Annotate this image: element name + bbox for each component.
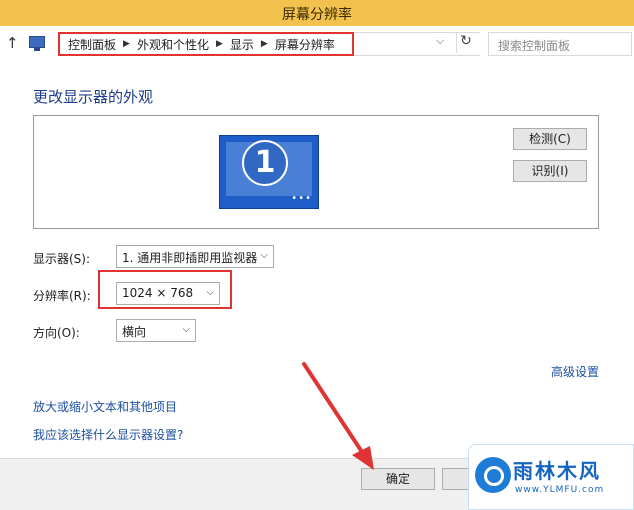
watermark-url: www.YLMFU.com [515,485,605,495]
annotation-arrow [302,362,374,470]
watermark-swirl-icon [475,457,511,493]
watermark-name: 雨林木风 [513,459,601,483]
watermark-logo: 雨林木风 www.YLMFU.com [468,444,634,510]
